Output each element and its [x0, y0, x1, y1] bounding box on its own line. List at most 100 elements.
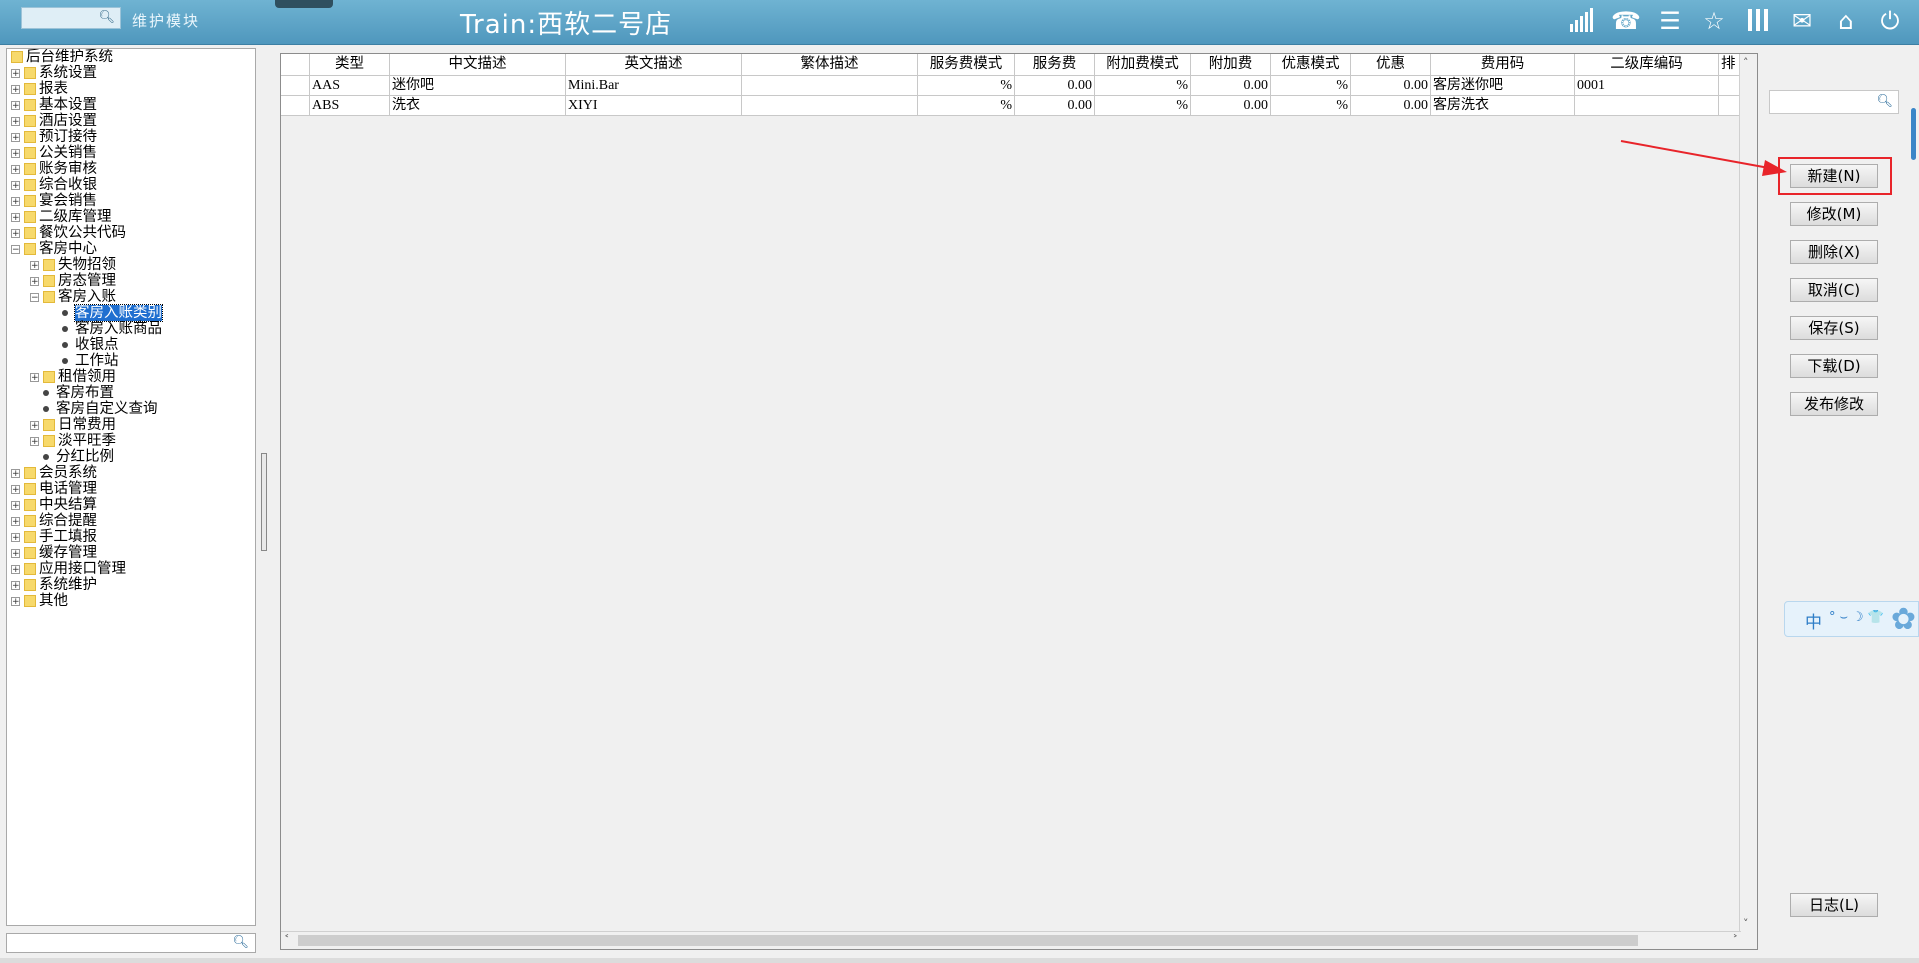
search-icon[interactable]: 🔍︎: [232, 935, 249, 950]
collapse-icon[interactable]: −: [30, 292, 39, 302]
column-header[interactable]: 服务费: [1015, 54, 1095, 76]
expand-icon[interactable]: +: [11, 580, 20, 590]
tree-item-banquet[interactable]: + 宴会销售: [11, 193, 97, 209]
column-header[interactable]: 二级库编码: [1575, 54, 1719, 76]
expand-icon[interactable]: +: [11, 228, 20, 238]
cell-fee-code[interactable]: 客房洗衣: [1431, 96, 1575, 116]
cell-cn-desc[interactable]: 迷你吧: [390, 76, 566, 96]
tree-item-stock2[interactable]: + 二级库管理: [11, 209, 112, 225]
expand-icon[interactable]: +: [11, 116, 20, 126]
expand-icon[interactable]: +: [11, 148, 20, 158]
cell-type[interactable]: ABS: [310, 96, 390, 116]
save-button[interactable]: 保存(S): [1790, 316, 1878, 340]
column-header[interactable]: 繁体描述: [742, 54, 918, 76]
scroll-left-icon[interactable]: ˂: [284, 933, 290, 946]
vertical-scrollbar[interactable]: ˄ ˅: [1739, 54, 1757, 932]
tree-item-cashier[interactable]: + 综合收银: [11, 177, 97, 193]
tree-root[interactable]: 后台维护系统: [11, 49, 113, 65]
cell-tw-desc[interactable]: [742, 96, 918, 116]
cell-discount[interactable]: 0.00: [1351, 96, 1431, 116]
expand-icon[interactable]: +: [11, 516, 20, 526]
expand-icon[interactable]: +: [11, 484, 20, 494]
module-search-input[interactable]: 🔍︎: [21, 7, 121, 29]
menu-icon[interactable]: ☰: [1655, 6, 1685, 36]
tree-item-other[interactable]: + 其他: [11, 593, 68, 609]
cell-surcharge-mode[interactable]: %: [1095, 76, 1191, 96]
tree-item-season[interactable]: + 淡平旺季: [30, 433, 116, 449]
column-header[interactable]: 类型: [310, 54, 390, 76]
ime-language-label[interactable]: 中: [1805, 608, 1822, 633]
tree-item-room-posting[interactable]: − 客房入账: [30, 289, 116, 305]
column-header[interactable]: 费用码: [1431, 54, 1575, 76]
cell-surcharge-mode[interactable]: %: [1095, 96, 1191, 116]
scroll-up-icon[interactable]: ˄: [1743, 56, 1749, 69]
column-header[interactable]: 优惠模式: [1271, 54, 1351, 76]
column-header[interactable]: 中文描述: [390, 54, 566, 76]
tree-item-central-settle[interactable]: + 中央结算: [11, 497, 97, 513]
cell-tw-desc[interactable]: [742, 76, 918, 96]
expand-icon[interactable]: +: [11, 180, 20, 190]
phone-icon[interactable]: ☎: [1611, 6, 1641, 36]
tree-item-hotel-settings[interactable]: + 酒店设置: [11, 113, 97, 129]
tree-item-member[interactable]: + 会员系统: [11, 465, 97, 481]
tree-item-housekeeping[interactable]: − 客房中心: [11, 241, 97, 257]
expand-icon[interactable]: +: [30, 372, 39, 382]
tree-item-reservation[interactable]: + 预订接待: [11, 129, 97, 145]
panel-splitter[interactable]: [261, 453, 267, 551]
scroll-thumb[interactable]: [298, 935, 1638, 946]
tree-item-room-layout[interactable]: 客房布置: [40, 385, 114, 401]
home-icon[interactable]: ⌂: [1831, 6, 1861, 36]
column-header[interactable]: 优惠: [1351, 54, 1431, 76]
tree-item-room-status[interactable]: + 房态管理: [30, 273, 116, 289]
cell-discount[interactable]: 0.00: [1351, 76, 1431, 96]
star-icon[interactable]: ☆: [1699, 6, 1729, 36]
column-header[interactable]: 英文描述: [566, 54, 742, 76]
search-icon[interactable]: 🔍︎: [98, 10, 115, 25]
cell-discount-mode[interactable]: %: [1271, 76, 1351, 96]
collapse-icon[interactable]: −: [11, 244, 20, 254]
cell-type[interactable]: AAS: [310, 76, 390, 96]
expand-icon[interactable]: +: [11, 564, 20, 574]
tree-item-daily-cost[interactable]: + 日常费用: [30, 417, 116, 433]
scroll-down-icon[interactable]: ˅: [1743, 917, 1749, 930]
tree-item-reports[interactable]: + 报表: [11, 81, 68, 97]
expand-icon[interactable]: +: [11, 68, 20, 78]
expand-icon[interactable]: +: [30, 260, 39, 270]
ime-toolbar[interactable]: 中 °⌣☽👕 ✿: [1784, 601, 1919, 637]
right-search-input[interactable]: 🔍︎: [1769, 90, 1899, 114]
tree-item-api[interactable]: + 应用接口管理: [11, 561, 126, 577]
tree-item-custom-query[interactable]: 客房自定义查询: [40, 401, 158, 417]
cell-stock2-code[interactable]: 0001: [1575, 76, 1719, 96]
cell-en-desc[interactable]: Mini.Bar: [566, 76, 742, 96]
tree-item-sys-settings[interactable]: + 系统设置: [11, 65, 97, 81]
expand-icon[interactable]: +: [30, 436, 39, 446]
column-header[interactable]: 排: [1719, 54, 1741, 76]
tree-item-audit[interactable]: + 账务审核: [11, 161, 97, 177]
tree-item-lost-found[interactable]: + 失物招领: [30, 257, 116, 273]
download-button[interactable]: 下载(D): [1790, 354, 1878, 378]
tree-search-input[interactable]: 🔍︎: [6, 933, 256, 953]
tree-item-cache[interactable]: + 缓存管理: [11, 545, 97, 561]
cancel-button[interactable]: 取消(C): [1790, 278, 1878, 302]
column-header[interactable]: 附加费模式: [1095, 54, 1191, 76]
expand-icon[interactable]: +: [11, 196, 20, 206]
horizontal-scrollbar[interactable]: ˂ ˃: [281, 931, 1741, 949]
expand-icon[interactable]: +: [11, 596, 20, 606]
cell-order[interactable]: [1719, 76, 1741, 96]
tree-item-fnb-codes[interactable]: + 餐饮公共代码: [11, 225, 126, 241]
cell-surcharge[interactable]: 0.00: [1191, 76, 1271, 96]
expand-icon[interactable]: +: [11, 132, 20, 142]
expand-icon[interactable]: +: [11, 212, 20, 222]
modify-button[interactable]: 修改(M): [1790, 202, 1878, 226]
tree-item-posting-category[interactable]: 客房入账类别: [59, 304, 163, 322]
cell-order[interactable]: [1719, 96, 1741, 116]
cell-fee-code[interactable]: 客房迷你吧: [1431, 76, 1575, 96]
tree-item-workstation[interactable]: 工作站: [59, 353, 119, 369]
tree-item-basic-settings[interactable]: + 基本设置: [11, 97, 97, 113]
expand-icon[interactable]: +: [11, 84, 20, 94]
tree-item-borrow[interactable]: + 租借领用: [30, 369, 116, 385]
power-icon[interactable]: ⏻: [1875, 6, 1905, 36]
side-slider[interactable]: [1911, 108, 1916, 160]
publish-changes-button[interactable]: 发布修改: [1790, 392, 1878, 416]
new-button[interactable]: 新建(N): [1790, 164, 1878, 188]
